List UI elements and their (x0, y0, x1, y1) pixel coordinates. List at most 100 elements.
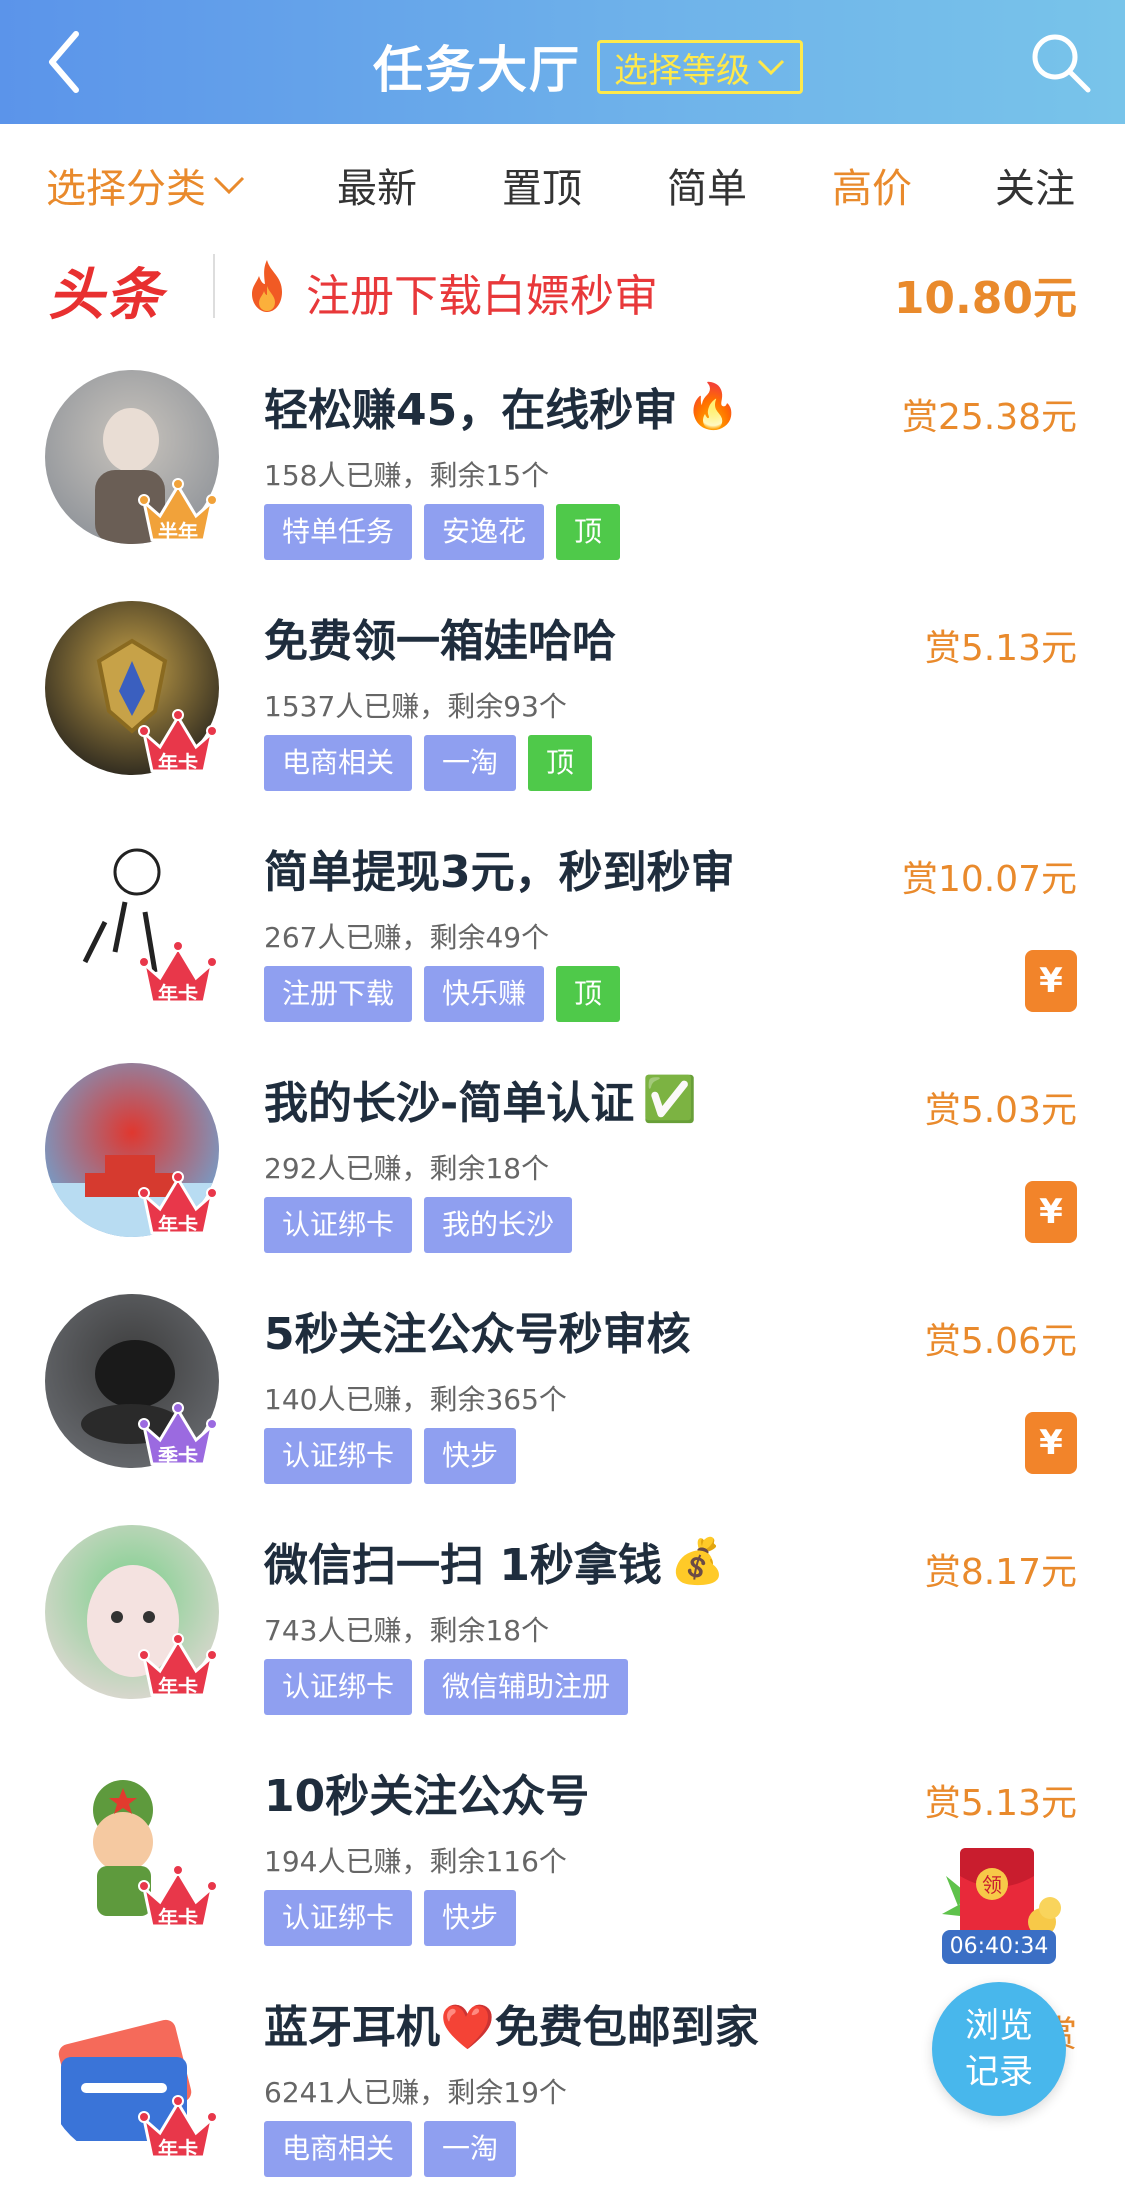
task-reward: 赏5.06元 (924, 1321, 1077, 1362)
task-stats: 1537人已赚，剩余93个 (264, 690, 567, 723)
task-title-emoji: 🔥 (685, 381, 741, 432)
task-title-emoji: ✅ (642, 1074, 698, 1125)
membership-badge: 年卡 (158, 982, 198, 1006)
task-row[interactable]: 年卡 免费领一箱娃哈哈 1537人已赚，剩余93个 电商相关 一淘顶 赏5.13元 (0, 589, 1125, 820)
task-tag: 注册下载 (264, 966, 413, 1022)
filter-pinned[interactable]: 置顶 (502, 156, 582, 214)
fire-icon (252, 260, 282, 312)
task-tag: 电商相关 (264, 735, 413, 791)
divider (213, 254, 215, 318)
pinned-tag: 顶 (528, 735, 593, 791)
task-title: 10秒关注公众号 (264, 1760, 589, 1824)
membership-badge: 年卡 (158, 2137, 198, 2161)
browse-history-label-1: 浏览 (965, 2006, 1033, 2046)
pinned-tag: 顶 (556, 504, 621, 560)
red-packet-timer: 06:40:34 (942, 1930, 1056, 1964)
task-row[interactable]: 半年 轻松赚45，在线秒审 🔥 158人已赚，剩余15个 特单任务 安逸花顶 赏25… (0, 358, 1125, 589)
task-tag: 快步 (424, 1890, 517, 1946)
filter-high-price[interactable]: 高价 (832, 156, 912, 214)
task-row[interactable]: 年卡 简单提现3元，秒到秒审 267人已赚，剩余49个 注册下载 快乐赚顶 赏10… (0, 820, 1125, 1051)
task-stats: 292人已赚，剩余18个 (264, 1152, 550, 1185)
task-reward: 赏5.03元 (924, 1090, 1077, 1131)
task-title-text: 免费领一箱娃哈哈 (264, 616, 616, 667)
task-tag: 电商相关 (264, 2121, 413, 2177)
task-reward: 赏5.13元 (924, 628, 1077, 669)
browse-history-label-2: 记录 (965, 2052, 1033, 2092)
search-button[interactable] (1028, 30, 1094, 96)
task-reward: 赏8.17元 (924, 1552, 1077, 1593)
task-title-text: 简单提现3元，秒到秒审 (264, 847, 735, 898)
level-select-button[interactable]: 选择等级 (597, 40, 803, 94)
task-tags: 注册下载 快乐赚顶 (264, 966, 621, 1022)
task-stats: 6241人已赚，剩余19个 (264, 2076, 567, 2109)
headline-logo: 头条 (48, 263, 164, 328)
task-title-emoji: 💰 (669, 1536, 725, 1587)
crown-icon: 年卡 (138, 699, 218, 779)
crown-icon: 年卡 (138, 1623, 218, 1703)
task-row[interactable]: 年卡 我的长沙-简单认证 ✅ 292人已赚，剩余18个 认证绑卡 我的长沙 赏5.0… (0, 1051, 1125, 1282)
search-icon (1032, 34, 1091, 93)
crown-icon: 年卡 (138, 1161, 218, 1241)
chevron-left-icon (49, 31, 79, 93)
pinned-tag: 顶 (556, 966, 621, 1022)
task-tag: 微信辅助注册 (424, 1659, 629, 1715)
headline-text: 注册下载白嫖秒审 (306, 271, 658, 322)
task-reward: 赏10.07元 (901, 859, 1077, 900)
task-tags: 电商相关 一淘顶 (264, 735, 593, 791)
task-stats: 743人已赚，剩余18个 (264, 1614, 550, 1647)
filter-follow[interactable]: 关注 (995, 156, 1075, 214)
browse-history-button[interactable]: 浏览 记录 (932, 1982, 1066, 2116)
task-tag: 安逸花 (424, 504, 545, 560)
task-tags: 特单任务 安逸花顶 (264, 504, 621, 560)
task-tag: 一淘 (424, 735, 517, 791)
task-title-text: 5秒关注公众号秒审核 (264, 1309, 691, 1360)
task-tags: 电商相关 一淘 (264, 2121, 517, 2177)
task-tag: 认证绑卡 (264, 1659, 413, 1715)
task-title-text: 蓝牙耳机❤️免费包邮到家 (264, 2002, 759, 2053)
level-select-label: 选择等级 (614, 50, 750, 91)
task-tags: 认证绑卡 我的长沙 (264, 1197, 573, 1253)
task-tag: 快乐赚 (424, 966, 545, 1022)
back-button[interactable] (40, 22, 110, 102)
task-title: 轻松赚45，在线秒审 🔥 (264, 374, 740, 438)
task-tags: 认证绑卡 快步 (264, 1428, 517, 1484)
yuan-icon: ¥ (1025, 950, 1077, 1012)
task-tag: 快步 (424, 1428, 517, 1484)
filter-simple[interactable]: 简单 (667, 156, 747, 214)
task-stats: 267人已赚，剩余49个 (264, 921, 550, 954)
task-tag: 我的长沙 (424, 1197, 573, 1253)
membership-badge: 季卡 (158, 1444, 198, 1468)
category-select-label: 选择分类 (46, 166, 206, 212)
task-title: 简单提现3元，秒到秒审 (264, 836, 735, 900)
task-tags: 认证绑卡 快步 (264, 1890, 517, 1946)
crown-icon: 季卡 (138, 1392, 218, 1472)
crown-icon: 年卡 (138, 2085, 218, 2165)
chevron-down-icon (213, 176, 245, 195)
task-row[interactable]: 年卡 微信扫一扫 1秒拿钱 💰 743人已赚，剩余18个 认证绑卡 微信辅助注册 赏… (0, 1513, 1125, 1744)
task-tag: 一淘 (424, 2121, 517, 2177)
task-tag: 特单任务 (264, 504, 413, 560)
task-stats: 194人已赚，剩余116个 (264, 1845, 567, 1878)
headline-banner[interactable]: 头条 注册下载白嫖秒审 10.80元 (0, 240, 1125, 350)
task-title-text: 我的长沙-简单认证 (264, 1078, 635, 1129)
task-tag: 认证绑卡 (264, 1428, 413, 1484)
task-title: 我的长沙-简单认证 ✅ (264, 1067, 697, 1131)
yuan-icon: ¥ (1025, 1412, 1077, 1474)
membership-badge: 半年 (158, 520, 198, 544)
membership-badge: 年卡 (158, 1675, 198, 1699)
crown-icon: 年卡 (138, 930, 218, 1010)
task-title: 蓝牙耳机❤️免费包邮到家 (264, 1991, 759, 2055)
yuan-icon: ¥ (1025, 1181, 1077, 1243)
headline-price: 10.80元 (893, 273, 1077, 324)
filter-latest[interactable]: 最新 (337, 156, 417, 214)
membership-badge: 年卡 (158, 1213, 198, 1237)
task-title: 微信扫一扫 1秒拿钱 💰 (264, 1529, 725, 1593)
category-select[interactable]: 选择分类 (46, 156, 246, 214)
red-packet-label: 领 (982, 1873, 1002, 1897)
task-tag: 认证绑卡 (264, 1197, 413, 1253)
task-title-text: 10秒关注公众号 (264, 1771, 590, 1822)
task-tag: 认证绑卡 (264, 1890, 413, 1946)
filter-bar: 选择分类 最新 置顶 简单 高价 关注 (0, 124, 1125, 240)
task-title-text: 微信扫一扫 1秒拿钱 (264, 1540, 662, 1591)
task-row[interactable]: 季卡 5秒关注公众号秒审核 140人已赚，剩余365个 认证绑卡 快步 赏5.06… (0, 1282, 1125, 1513)
